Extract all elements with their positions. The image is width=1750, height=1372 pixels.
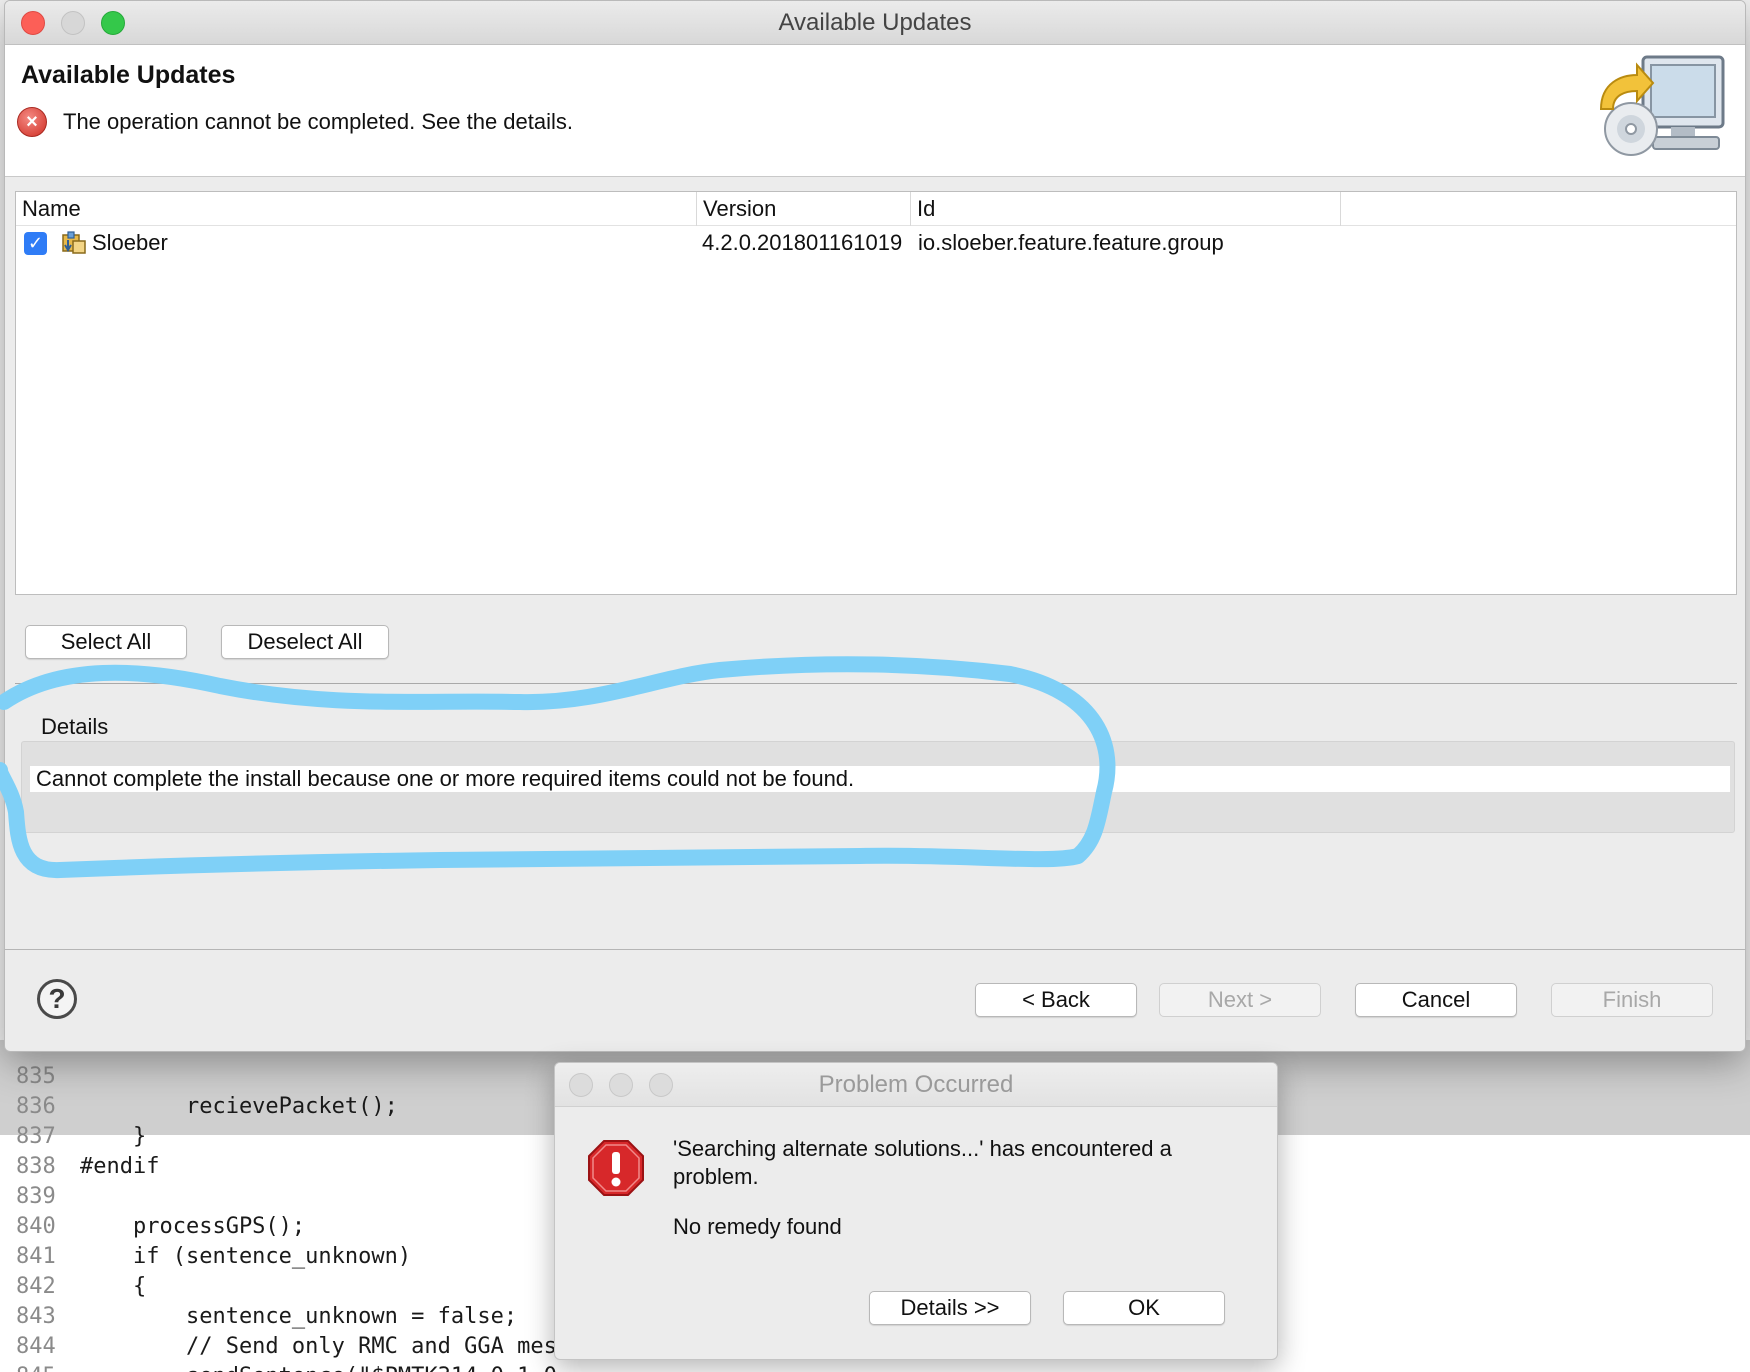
wizard-header: Available Updates × The operation cannot… xyxy=(5,45,1745,177)
details-label: Details xyxy=(41,714,109,739)
updates-table[interactable]: Name Version Id ✓ Sloeber 4.2.0.20180116… xyxy=(15,191,1737,595)
available-updates-window: Available Updates Available Updates × Th… xyxy=(4,0,1746,1052)
deselect-all-button[interactable]: Deselect All xyxy=(221,625,389,659)
problem-sub-message: No remedy found xyxy=(673,1214,842,1239)
error-message: The operation cannot be completed. See t… xyxy=(63,109,574,134)
table-row[interactable]: ✓ Sloeber 4.2.0.201801161019 io.sloeber.… xyxy=(16,226,1736,260)
details-toggle-button[interactable]: Details >> xyxy=(869,1291,1031,1325)
select-all-button[interactable]: Select All xyxy=(25,625,187,659)
row-checkbox[interactable]: ✓ xyxy=(24,232,47,255)
cancel-button[interactable]: Cancel xyxy=(1355,983,1517,1017)
dialog-titlebar[interactable]: Problem Occurred xyxy=(555,1063,1277,1107)
section-divider xyxy=(15,683,1737,684)
monitor-update-icon xyxy=(1599,55,1725,156)
row-id: io.sloeber.feature.feature.group xyxy=(918,230,1224,255)
row-version: 4.2.0.201801161019 xyxy=(702,230,903,255)
problem-message: 'Searching alternate solutions...' has e… xyxy=(673,1136,1172,1189)
back-button[interactable]: < Back xyxy=(975,983,1137,1017)
row-name: Sloeber xyxy=(92,230,168,255)
column-header-id[interactable]: Id xyxy=(910,192,1340,226)
next-button[interactable]: Next > xyxy=(1159,983,1321,1017)
window-titlebar[interactable]: Available Updates xyxy=(5,1,1745,45)
feature-icon xyxy=(62,231,86,254)
page-title: Available Updates xyxy=(21,61,236,89)
code-text: sendSentence("$PMTK314,0,1,0 xyxy=(80,1362,557,1372)
stop-icon xyxy=(588,1140,644,1196)
details-text[interactable]: Cannot complete the install because one … xyxy=(30,766,1730,792)
column-header-version[interactable]: Version xyxy=(696,192,910,226)
table-header: Name Version Id xyxy=(16,192,1736,226)
finish-button[interactable]: Finish xyxy=(1551,983,1713,1017)
dialog-title: Problem Occurred xyxy=(818,1071,1014,1098)
details-box: Cannot complete the install because one … xyxy=(21,741,1735,833)
problem-occurred-dialog: Problem Occurred 'Searching alternate so… xyxy=(554,1062,1278,1360)
ok-button[interactable]: OK xyxy=(1063,1291,1225,1325)
footer-divider xyxy=(5,949,1745,950)
error-icon: × xyxy=(17,107,47,137)
column-header-name[interactable]: Name xyxy=(16,192,696,226)
column-header-filler xyxy=(1340,192,1736,226)
help-icon[interactable]: ? xyxy=(37,979,77,1019)
window-title: Available Updates xyxy=(778,9,972,36)
